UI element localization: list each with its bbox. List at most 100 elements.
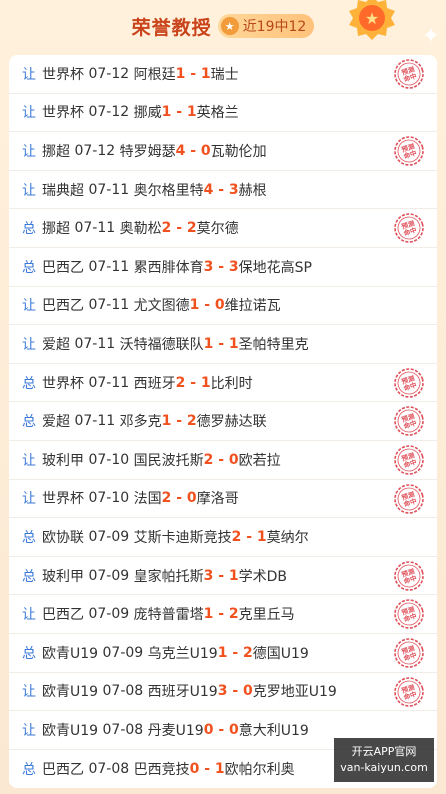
away-score: 1 — [200, 374, 211, 391]
bet-type: 总 — [22, 645, 36, 662]
away-team: 维拉诺瓦 — [224, 298, 281, 315]
match-date: 07-11 — [74, 335, 116, 352]
record-badge: ★ 近19中12 — [217, 14, 315, 38]
list-item[interactable]: 总世界杯 07-11 西班牙 2 - 1 比利时 预测 命中 — [9, 364, 437, 403]
header: 荣誉教授 ★ 近19中12 ★ ✦ — [0, 0, 446, 52]
list-item[interactable]: 让世界杯 07-12 挪威 1 - 1 英格兰 — [9, 94, 437, 133]
list-item[interactable]: 让世界杯 07-10 法国 2 - 0 摩洛哥 预测 命中 — [9, 480, 437, 519]
league: 欧青U19 — [42, 684, 99, 701]
away-score: 1 — [256, 528, 267, 545]
home-team: 特罗姆瑟 — [119, 143, 176, 160]
star-icon: ★ — [220, 17, 239, 35]
away-score: 0 — [186, 490, 197, 507]
away-team: 欧若拉 — [238, 452, 281, 469]
league: 巴西乙 — [42, 607, 84, 624]
home-score: 1 — [161, 413, 172, 430]
home-team: 皇家帕托斯 — [133, 568, 204, 585]
score-separator: - — [227, 683, 244, 700]
score-separator: - — [213, 606, 229, 623]
match-date: 07-08 — [102, 721, 144, 738]
hit-stamp-icon: 预测命中 — [394, 676, 424, 707]
score-separator: - — [171, 220, 187, 237]
bet-type: 让 — [22, 298, 36, 315]
match-date: 07-11 — [88, 297, 130, 314]
hit-stamp-icon: 预测命中 — [394, 367, 424, 398]
home-score: 1 — [203, 606, 214, 623]
bet-type: 让 — [22, 182, 36, 199]
home-score: 3 — [217, 683, 228, 700]
page-title: 荣誉教授 — [131, 16, 212, 39]
home-score: 1 — [203, 335, 214, 352]
bet-type: 让 — [22, 607, 36, 624]
list-item[interactable]: 让瑞典超 07-11 奥尔格里特 4 - 3 赫根 — [9, 171, 437, 210]
match-date: 07-11 — [88, 258, 130, 275]
score-separator: - — [171, 104, 187, 121]
home-team: 西班牙 — [133, 375, 176, 392]
away-score: 2 — [186, 220, 197, 237]
home-score: 2 — [231, 528, 242, 545]
hit-stamp-icon: 预测命中 — [394, 599, 424, 630]
list-item[interactable]: 让挪超 07-12 特罗姆瑟 4 - 0 瓦勒伦加 预测 命中 — [9, 132, 437, 171]
list-item[interactable]: 总欧协联 07-09 艾斯卡迪斯竞技 2 - 1 莫纳尔 — [9, 518, 437, 557]
away-score: 2 — [228, 606, 239, 623]
away-team: 欧帕尔利奥 — [224, 761, 295, 778]
home-team: 奥勒松 — [119, 221, 162, 238]
list-item[interactable]: 总爱超 07-11 邓多克 1 - 2 德罗赫达联 预测 命中 — [9, 402, 437, 441]
away-team: 英格兰 — [196, 105, 239, 122]
home-team: 沃特福德联队 — [119, 336, 204, 353]
bet-type: 总 — [22, 414, 36, 431]
home-score: 2 — [175, 374, 186, 391]
svg-text:★: ★ — [365, 9, 379, 28]
list-item[interactable]: 让玻利甲 07-10 国民波托斯 2 - 0 欧若拉 预测 命中 — [9, 441, 437, 480]
league: 爱超 — [42, 414, 70, 431]
match-date: 07-12 — [88, 104, 130, 121]
away-team: 比利时 — [210, 375, 253, 392]
home-team: 西班牙U19 — [147, 684, 218, 701]
bet-type: 让 — [22, 722, 36, 739]
away-score: 0 — [229, 721, 239, 738]
league: 爱超 — [42, 336, 70, 353]
list-item[interactable]: 让巴西乙 07-09 庞特普雷塔 1 - 2 克里丘马 预测 命中 — [9, 595, 437, 634]
home-team: 庞特普雷塔 — [133, 607, 204, 624]
list-item[interactable]: 总挪超 07-11 奥勒松 2 - 2 莫尔德 预测 命中 — [9, 209, 437, 248]
bet-type: 让 — [22, 336, 36, 353]
home-score: 4 — [175, 142, 186, 159]
hit-stamp-icon: 预测命中 — [394, 213, 424, 244]
bet-type: 总 — [22, 568, 36, 585]
bet-type: 总 — [22, 761, 36, 778]
score-separator: - — [171, 490, 187, 507]
list-item[interactable]: 总欧青U19 07-09 乌克兰U19 1 - 2 德国U19 预测 命中 — [9, 634, 437, 673]
away-team: 摩洛哥 — [196, 491, 239, 508]
home-team: 累西腓体育 — [133, 259, 204, 276]
league: 巴西乙 — [42, 259, 84, 276]
hit-stamp-icon: 预测命中 — [394, 406, 424, 437]
match-date: 07-09 — [88, 567, 130, 584]
sparkle-icon: ✦ — [421, 24, 440, 49]
home-score: 1 — [189, 297, 200, 314]
match-date: 07-11 — [74, 413, 116, 430]
away-team: 克里丘马 — [238, 607, 295, 624]
league: 欧青U19 — [42, 645, 99, 662]
list-item[interactable]: 让爱超 07-11 沃特福德联队 1 - 1 圣帕特里克 — [9, 325, 437, 364]
match-date: 07-11 — [88, 374, 130, 391]
home-score: 4 — [203, 181, 214, 198]
score-separator: - — [213, 567, 229, 584]
medal-icon: ★ — [349, 0, 395, 40]
list-item[interactable]: 总巴西乙 07-11 累西腓体育 3 - 3 保地花高SP — [9, 248, 437, 287]
away-team: 克罗地亚U19 — [252, 684, 337, 701]
bet-type: 让 — [22, 684, 36, 701]
list-item[interactable]: 让巴西乙 07-11 尤文图德 1 - 0 维拉诺瓦 — [9, 287, 437, 326]
away-team: 学术DB — [238, 568, 288, 585]
list-item[interactable]: 让世界杯 07-12 阿根廷 1 - 1 瑞士 预测 命中 — [9, 55, 437, 94]
bet-type: 让 — [22, 143, 36, 160]
league: 挪超 — [42, 221, 70, 238]
away-team: 莫尔德 — [196, 221, 239, 238]
list-item[interactable]: 让欧青U19 07-08 西班牙U19 3 - 0 克罗地亚U19 预测 命中 — [9, 673, 437, 712]
score-separator: - — [185, 374, 201, 391]
league: 世界杯 — [42, 491, 84, 508]
match-date: 07-09 — [88, 606, 130, 623]
hit-stamp-icon: 预测命中 — [394, 560, 424, 591]
home-score: 3 — [203, 567, 214, 584]
list-item[interactable]: 总玻利甲 07-09 皇家帕托斯 3 - 1 学术DB 预测 命中 — [9, 557, 437, 596]
score-separator: - — [199, 297, 215, 314]
